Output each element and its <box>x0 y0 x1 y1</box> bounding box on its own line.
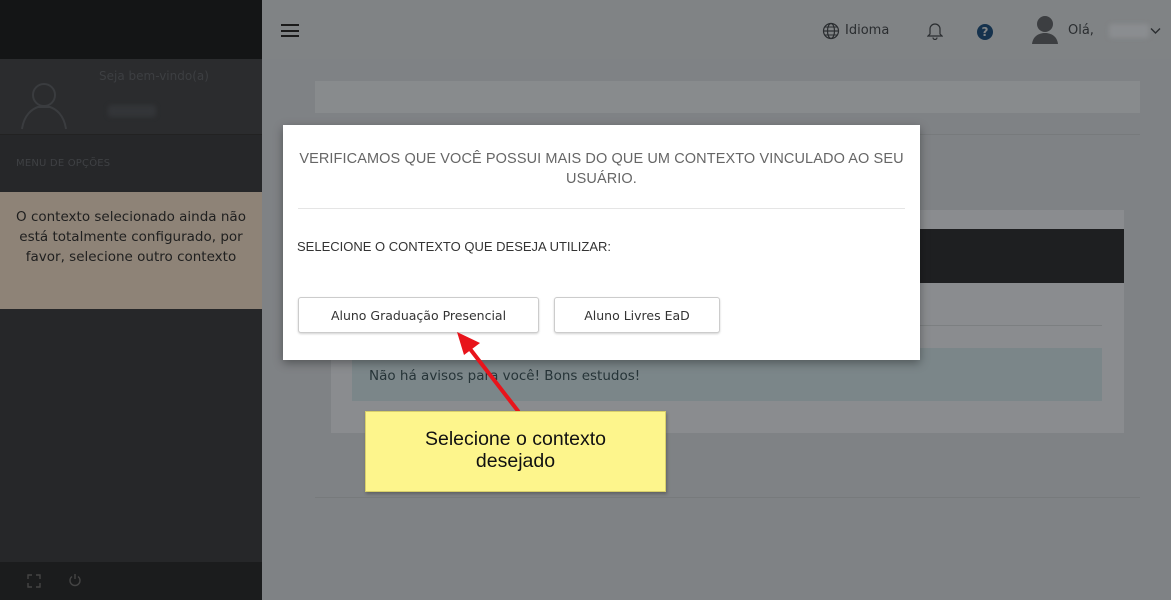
context-option-livres-ead-button[interactable]: Aluno Livres EaD <box>554 297 720 333</box>
hamburger-menu-icon[interactable] <box>281 24 299 37</box>
modal-divider <box>298 208 905 209</box>
red-arrow-annotation <box>457 332 520 413</box>
bell-icon[interactable] <box>927 21 943 40</box>
username-redacted <box>1109 24 1149 38</box>
callout-note: Selecione o contexto desejado <box>365 411 666 492</box>
sidebar-footer <box>0 562 262 600</box>
user-outline-icon <box>21 83 67 130</box>
menu-title: MENU DE OPÇÕES <box>16 158 111 169</box>
chevron-down-icon[interactable] <box>1150 27 1161 35</box>
sidebar: Seja bem-vindo(a) MENU DE OPÇÕES O conte… <box>0 0 262 600</box>
globe-icon[interactable] <box>822 22 840 40</box>
divider <box>315 497 1140 498</box>
context-selection-modal: VERIFICAMOS QUE VOCÊ POSSUI MAIS DO QUE … <box>283 125 920 360</box>
modal-title: VERIFICAMOS QUE VOCÊ POSSUI MAIS DO QUE … <box>299 151 904 187</box>
topbar: Idioma ? Olá, <box>262 0 1171 59</box>
modal-prompt: SELECIONE O CONTEXTO QUE DESEJA UTILIZAR… <box>297 239 611 254</box>
callout-line-1: Selecione o contexto <box>424 428 607 450</box>
help-icon[interactable]: ? <box>977 24 993 40</box>
user-avatar-icon[interactable] <box>1031 14 1059 44</box>
fullscreen-icon[interactable] <box>27 574 41 588</box>
context-notice: O contexto selecionado ainda não está to… <box>0 192 262 309</box>
power-icon[interactable] <box>68 573 82 587</box>
welcome-text: Seja bem-vindo(a) <box>99 69 209 83</box>
main-header-bar <box>315 81 1140 113</box>
sidebar-logo-area <box>0 0 262 59</box>
username-redacted <box>108 105 156 117</box>
language-selector[interactable]: Idioma <box>845 23 889 38</box>
sidebar-user-panel: Seja bem-vindo(a) <box>0 59 262 135</box>
greeting[interactable]: Olá, <box>1068 23 1094 38</box>
callout-line-2: desejado <box>475 450 556 472</box>
